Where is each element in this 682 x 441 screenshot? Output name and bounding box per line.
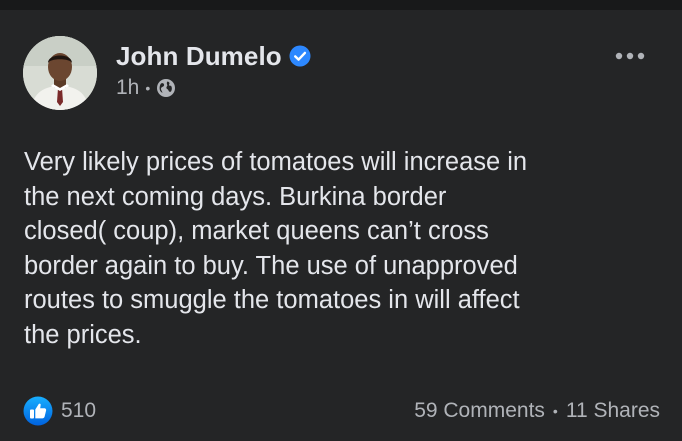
more-options-icon — [615, 52, 645, 60]
top-strip — [0, 0, 682, 10]
verified-badge-icon — [289, 45, 311, 67]
author-name[interactable]: John Dumelo — [116, 41, 282, 72]
like-icon — [23, 396, 53, 426]
more-options-button[interactable] — [610, 38, 650, 74]
post-timestamp[interactable]: 1h — [116, 76, 139, 100]
meta-separator: • — [145, 80, 151, 96]
avatar[interactable] — [23, 36, 97, 110]
post-meta: 1h • — [116, 76, 176, 100]
post-footer: 510 59 Comments • 11 Shares — [0, 393, 682, 429]
reactions-summary[interactable]: 510 — [23, 396, 96, 426]
post-card: John Dumelo 1h • Very likely prices of t… — [0, 10, 682, 441]
comments-count-link[interactable]: 59 Comments — [414, 399, 545, 423]
engagement-counts: 59 Comments • 11 Shares — [414, 399, 660, 423]
counts-separator: • — [552, 403, 558, 419]
post-text: Very likely prices of tomatoes will incr… — [24, 148, 528, 349]
globe-icon[interactable] — [156, 78, 176, 98]
author-row: John Dumelo — [116, 39, 311, 73]
avatar-image — [23, 36, 97, 110]
shares-count-link[interactable]: 11 Shares — [566, 399, 660, 423]
like-count: 510 — [61, 399, 97, 422]
